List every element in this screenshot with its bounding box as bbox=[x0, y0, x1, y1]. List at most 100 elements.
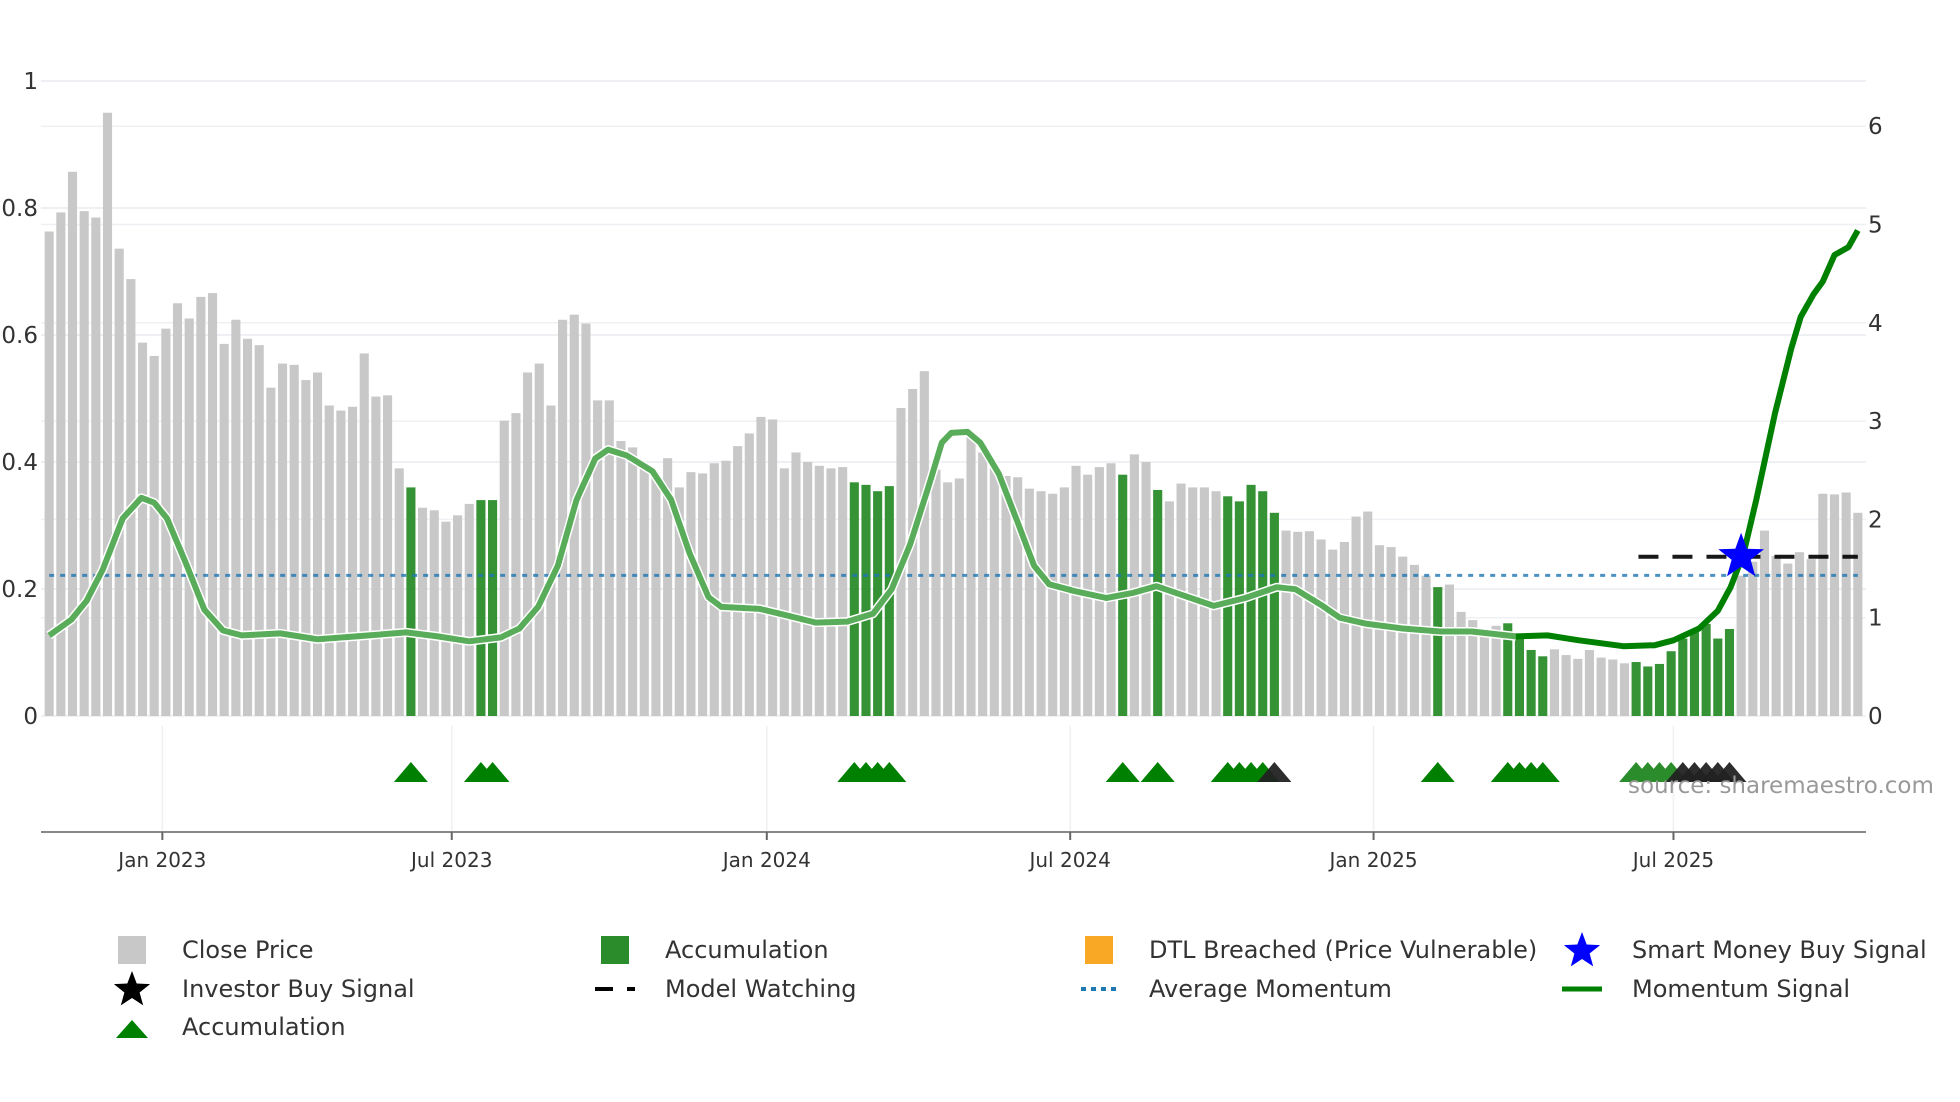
close-price-bar bbox=[1491, 625, 1501, 716]
close-price-bar bbox=[266, 387, 276, 716]
black-star-icon bbox=[112, 971, 152, 1006]
accumulation-bar bbox=[476, 500, 486, 716]
x-tick-label: Jan 2024 bbox=[721, 848, 811, 872]
accumulation-triangle-icon bbox=[1105, 762, 1140, 782]
close-price-bar bbox=[499, 420, 509, 716]
close-price-bar bbox=[954, 478, 964, 716]
close-price-bar bbox=[102, 112, 113, 716]
close-price-bar bbox=[639, 467, 649, 716]
legend-label: Model Watching bbox=[665, 975, 857, 1003]
close-price-bar bbox=[172, 303, 183, 716]
accumulation-bar bbox=[1701, 623, 1711, 716]
legend-item: Momentum Signal bbox=[1562, 974, 1850, 1004]
close-price-bar bbox=[1316, 539, 1326, 716]
accumulation-triangle-icon bbox=[393, 762, 428, 782]
right-tick-label: 0 bbox=[1868, 704, 1883, 730]
close-price-bar bbox=[429, 510, 439, 716]
legend-item: Accumulation bbox=[595, 935, 829, 965]
close-price-bar bbox=[418, 507, 428, 716]
accumulation-bar bbox=[1258, 491, 1268, 716]
close-price-bar bbox=[791, 452, 801, 716]
right-tick-label: 2 bbox=[1868, 507, 1883, 533]
x-tick-label: Jul 2023 bbox=[409, 848, 492, 872]
close-price-bar bbox=[1059, 487, 1069, 716]
accumulation-bar bbox=[849, 482, 859, 716]
legend-label: Investor Buy Signal bbox=[182, 975, 415, 1003]
accumulation-triangle-icon bbox=[1420, 762, 1455, 782]
close-price-bar bbox=[137, 342, 148, 716]
close-price-bar bbox=[242, 338, 253, 716]
close-price-bar bbox=[67, 171, 78, 716]
close-price-bar bbox=[184, 318, 194, 716]
orange-square-icon bbox=[1079, 935, 1119, 965]
legend-label: Average Momentum bbox=[1149, 975, 1392, 1003]
close-price-bar bbox=[114, 248, 124, 716]
close-price-bar bbox=[1573, 658, 1583, 716]
close-price-bar bbox=[1596, 657, 1606, 716]
close-price-bar bbox=[919, 371, 929, 716]
accumulation-bar bbox=[1153, 489, 1163, 716]
accumulation-bar bbox=[1654, 663, 1665, 716]
x-tick-label: Jan 2025 bbox=[1328, 848, 1418, 872]
close-price-bar bbox=[1363, 511, 1373, 716]
close-price-bar bbox=[686, 472, 696, 716]
x-tick-label: Jul 2024 bbox=[1027, 848, 1110, 872]
close-price-bar bbox=[1783, 563, 1793, 716]
close-price-bar bbox=[56, 212, 66, 716]
close-price-bar bbox=[1841, 492, 1851, 716]
close-price-bar bbox=[989, 468, 999, 716]
x-tick-label: Jul 2025 bbox=[1631, 848, 1714, 872]
left-tick-label: 1 bbox=[23, 69, 38, 95]
close-price-bar bbox=[1421, 575, 1431, 716]
close-price-bar bbox=[207, 293, 218, 716]
close-price-bar bbox=[1853, 512, 1863, 716]
close-price-bars bbox=[44, 112, 1863, 717]
close-price-bar bbox=[1818, 493, 1828, 716]
close-price-bar bbox=[441, 521, 451, 716]
green-line-icon bbox=[1562, 974, 1602, 1004]
close-price-bar bbox=[289, 364, 299, 716]
close-price-bar bbox=[1409, 564, 1419, 716]
close-price-bar bbox=[1806, 559, 1816, 716]
close-price-bar bbox=[1608, 659, 1618, 716]
x-tick-label: Jan 2023 bbox=[116, 848, 206, 872]
close-price-bar bbox=[371, 396, 381, 716]
close-price-bar bbox=[1398, 556, 1408, 716]
close-price-bar bbox=[756, 416, 766, 716]
close-price-bar bbox=[359, 353, 369, 716]
close-price-bar bbox=[91, 217, 101, 716]
close-price-bar bbox=[1374, 545, 1384, 716]
close-price-bar bbox=[814, 465, 824, 716]
close-price-bar bbox=[1829, 494, 1840, 716]
left-tick-label: 0.2 bbox=[1, 577, 38, 603]
accumulation-bar bbox=[1433, 587, 1443, 716]
close-price-bar bbox=[931, 469, 941, 716]
close-price-bar bbox=[196, 296, 206, 716]
close-price-bar bbox=[978, 452, 988, 716]
legend-label: Accumulation bbox=[665, 936, 829, 964]
legend-item: Investor Buy Signal bbox=[112, 971, 415, 1006]
close-price-bar bbox=[511, 413, 521, 716]
legend-item: Average Momentum bbox=[1079, 974, 1392, 1004]
close-price-bar bbox=[348, 406, 358, 716]
accumulation-bar bbox=[1631, 662, 1641, 716]
accumulation-bar bbox=[406, 487, 416, 716]
source-note: source: sharemaestro.com bbox=[1628, 773, 1934, 799]
close-price-bar bbox=[149, 355, 159, 716]
legend-item: DTL Breached (Price Vulnerable) bbox=[1079, 935, 1537, 965]
close-price-bar bbox=[383, 395, 393, 716]
close-price-bar bbox=[779, 468, 789, 716]
close-price-bar bbox=[709, 463, 719, 716]
close-price-bar bbox=[803, 462, 813, 716]
close-price-bar bbox=[1129, 454, 1139, 716]
close-price-bar bbox=[943, 482, 953, 716]
legend-label: Accumulation bbox=[182, 1013, 346, 1041]
close-price-bar bbox=[1619, 663, 1630, 716]
close-price-bar bbox=[464, 503, 474, 716]
close-price-bar bbox=[301, 380, 311, 716]
right-tick-label: 6 bbox=[1868, 114, 1883, 140]
legend-item: Model Watching bbox=[595, 974, 857, 1004]
right-tick-label: 4 bbox=[1868, 311, 1883, 337]
close-price-bar bbox=[254, 345, 264, 716]
close-price-bar bbox=[523, 372, 533, 716]
